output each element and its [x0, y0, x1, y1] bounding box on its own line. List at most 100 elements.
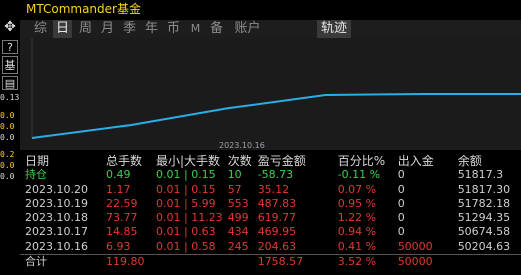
cell-date: 2023.10.19: [25, 196, 88, 210]
cell-lots: 73.77: [106, 211, 138, 225]
cell-lots: 14.85: [106, 225, 138, 239]
cell-pct: 0.41 %: [337, 239, 377, 253]
cell-lots: 0.49: [106, 168, 131, 182]
cell-lots: 119.80: [101, 254, 151, 270]
side-number: 0.13: [0, 93, 20, 102]
cell-minmax: 0.01 | 0.63: [156, 225, 216, 239]
document-icon[interactable]: ▤: [2, 76, 18, 90]
cell-count: 57: [227, 182, 242, 196]
cell-minmax: 0.01 | 0.15: [156, 168, 216, 182]
total-row: 合计 119.80 1758.57 3.52 % 50000: [20, 254, 521, 270]
move-icon[interactable]: ✥: [2, 20, 18, 34]
col-minmax-header: 最小|大手数: [156, 154, 221, 168]
daily-stats-table: 日期 总手数 最小|大手数 次数 盈亏金额 百分比% 出入金 余额 持仓 0.4…: [20, 154, 521, 270]
left-toolbar: ✥ ? 基 ▤ 0.13 0.0 0.0 0.0 0.2 0.0 0.0: [0, 0, 20, 275]
tab-m[interactable]: M: [187, 20, 204, 38]
cell-pct: 1.22 %: [337, 211, 377, 225]
cell-pct: 0.95 %: [337, 196, 377, 210]
table-row[interactable]: 2023.10.20 1.17 0.01 | 0.15 57 35.12 0.0…: [20, 183, 521, 197]
col-pnl-header: 盈亏金额: [257, 154, 306, 168]
cell-pct: -0.11 %: [337, 168, 381, 182]
tab-day[interactable]: 日: [53, 20, 72, 38]
cell-minmax: 0.01 | 0.58: [156, 239, 216, 253]
table-row[interactable]: 2023.10.19 22.59 0.01 | 5.99 553 487.83 …: [20, 197, 521, 211]
cell-date: 2023.10.20: [25, 182, 88, 196]
table-row[interactable]: 2023.10.16 6.93 0.01 | 0.58 245 204.63 0…: [20, 240, 521, 255]
balance-chart: 2023.10.16: [20, 38, 521, 150]
side-number: 0.0: [0, 111, 15, 120]
balance-chart-svg: [31, 38, 521, 139]
cell-flow: 0: [397, 225, 405, 239]
tab-week[interactable]: 周: [76, 20, 95, 38]
cell-count: 499: [227, 211, 249, 225]
tab-overview[interactable]: 综: [31, 20, 50, 38]
panel-title: MTCommander基金: [26, 2, 141, 16]
cell-balance: 51817.30: [457, 182, 511, 196]
cell-count: 10: [227, 168, 242, 182]
cell-pnl: 1758.57: [252, 254, 333, 270]
cell-balance: 51817.3: [457, 168, 504, 182]
balance-line: [31, 93, 521, 139]
col-pct-header: 百分比%: [337, 154, 386, 168]
cell-date: 2023.10.17: [25, 225, 88, 239]
cell-balance: [452, 254, 521, 270]
cell-count: [222, 254, 253, 270]
fund-icon[interactable]: 基: [2, 56, 18, 74]
tab-currency[interactable]: 币: [164, 20, 183, 38]
cell-date: 持仓: [25, 168, 47, 182]
cell-flow: 0: [397, 182, 405, 196]
cell-pnl: 204.63: [257, 239, 297, 253]
cell-lots: 1.17: [106, 182, 131, 196]
tab-bar: 综 日 周 月 季 年 币 M 备 账户 轨迹: [20, 20, 521, 38]
cell-count: 434: [227, 225, 249, 239]
tab-quarter[interactable]: 季: [120, 20, 139, 38]
col-date-header: 日期: [25, 154, 50, 168]
side-number: 0.0: [0, 172, 15, 181]
cell-flow: 50000: [392, 254, 453, 270]
tab-account[interactable]: 账户: [230, 20, 265, 38]
tab-month[interactable]: 月: [98, 20, 117, 38]
cell-pnl: 487.83: [257, 196, 297, 210]
col-balance-header: 余额: [457, 154, 482, 168]
x-tick-label: 2023.10.16: [219, 141, 265, 150]
cell-minmax: 0.01 | 0.15: [156, 182, 216, 196]
cell-date: 2023.10.18: [25, 211, 88, 225]
cell-pct: 0.94 %: [337, 225, 377, 239]
cell-pnl: 469.95: [257, 225, 297, 239]
tab-notes[interactable]: 备: [207, 20, 226, 38]
col-count-header: 次数: [227, 154, 252, 168]
cell-flow: 0: [397, 196, 405, 210]
side-number: 0.0: [0, 122, 15, 131]
cell-balance: 51294.35: [457, 211, 511, 225]
col-lots-header: 总手数: [106, 154, 143, 168]
cell-pct: 3.52 %: [332, 254, 393, 270]
cell-pnl: 35.12: [257, 182, 290, 196]
cell-count: 553: [227, 196, 249, 210]
cell-date: 2023.10.16: [25, 239, 88, 253]
cell-pnl: -58.73: [257, 168, 294, 182]
cell-minmax: [151, 254, 223, 270]
cell-balance: 50204.63: [457, 239, 511, 253]
table-row[interactable]: 2023.10.18 73.77 0.01 | 11.23 499 619.77…: [20, 211, 521, 225]
table-row[interactable]: 2023.10.17 14.85 0.01 | 0.63 434 469.95 …: [20, 225, 521, 239]
cell-minmax: 0.01 | 11.23: [156, 211, 223, 225]
cell-flow: 0: [397, 168, 405, 182]
cell-lots: 22.59: [106, 196, 138, 210]
cell-flow: 50000: [397, 239, 433, 253]
cell-balance: 50674.58: [457, 225, 511, 239]
cell-flow: 0: [397, 211, 405, 225]
cell-balance: 51782.18: [457, 196, 511, 210]
table-header-row: 日期 总手数 最小|大手数 次数 盈亏金额 百分比% 出入金 余额: [20, 154, 521, 168]
cell-pnl: 619.77: [257, 211, 297, 225]
holding-row[interactable]: 持仓 0.49 0.01 | 0.15 10 -58.73 -0.11 % 0 …: [20, 168, 521, 182]
help-icon[interactable]: ?: [2, 40, 18, 54]
side-number: 0.0: [0, 161, 15, 170]
side-number: 0.2: [0, 150, 15, 159]
cell-lots: 6.93: [106, 239, 131, 253]
tab-year[interactable]: 年: [142, 20, 161, 38]
cell-pct: 0.07 %: [337, 182, 377, 196]
cell-date: 合计: [20, 254, 101, 270]
tab-trail[interactable]: 轨迹: [317, 20, 351, 38]
side-number: 0.0: [0, 133, 15, 142]
fund-panel: MTCommander基金 综 日 周 月 季 年 币 M 备 账户 轨迹 20…: [20, 0, 521, 275]
